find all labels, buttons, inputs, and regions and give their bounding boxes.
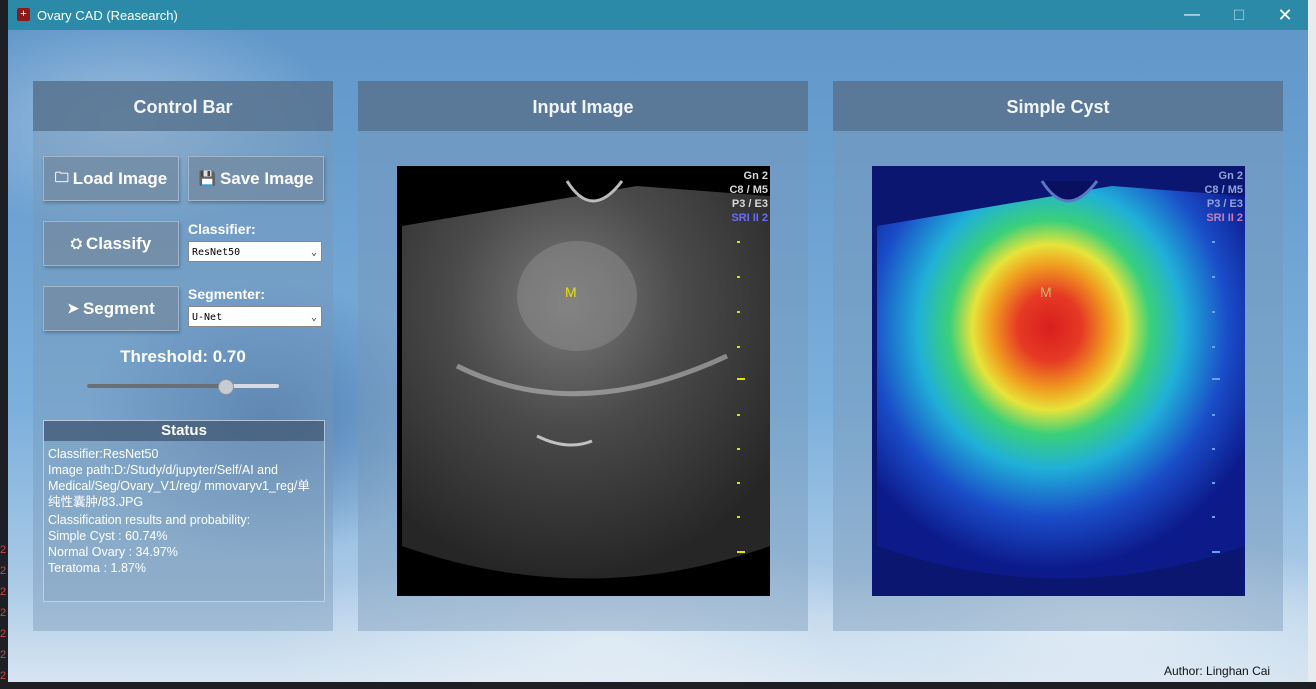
line-number: 2	[0, 544, 7, 556]
segment-button[interactable]: ➤ Segment	[43, 286, 179, 331]
load-image-button[interactable]: 🗀 Load Image	[43, 156, 179, 201]
classifier-label: Classifier:	[188, 221, 256, 237]
segmenter-select-value: U-Net	[192, 312, 223, 323]
taskbar-edge	[0, 682, 1316, 689]
close-button[interactable]: ✕	[1269, 4, 1301, 26]
ultrasound-fan: M	[402, 180, 770, 579]
overlay-gain: Gn 2	[743, 170, 768, 182]
lesion-marker: M	[1040, 284, 1052, 300]
status-line: Simple Cyst : 60.74%	[48, 529, 168, 543]
threshold-slider[interactable]	[87, 379, 279, 395]
status-line: Image path:D:/Study/d/jupyter/Self/AI an…	[48, 463, 310, 509]
control-bar-panel: Control Bar 🗀 Load Image 💾 Save Image ⛭ …	[33, 81, 333, 631]
chevron-down-icon: ⌄	[310, 247, 317, 258]
status-text: Classifier:ResNet50 Image path:D:/Study/…	[44, 441, 324, 581]
status-box: Status Classifier:ResNet50 Image path:D:…	[43, 420, 325, 602]
lesion-marker: M	[565, 284, 577, 300]
app-window: + Ovary CAD (Reasearch) — ☐ ✕ Control Ba…	[8, 0, 1308, 682]
segmenter-label: Segmenter:	[188, 286, 266, 302]
status-line: Normal Ovary : 34.97%	[48, 545, 178, 559]
load-image-label: Load Image	[72, 168, 168, 188]
threshold-slider-handle[interactable]	[218, 379, 235, 395]
save-image-label: Save Image	[219, 168, 314, 188]
input-image-header: Input Image	[358, 81, 808, 131]
segment-icon: ➤	[67, 300, 79, 316]
overlay-sri: SRI II 2	[1206, 212, 1243, 224]
heatmap-image: M Gn 2 C8 / M5 P3 / E3 SRI II 2	[872, 166, 1245, 596]
threshold-slider-fill	[87, 384, 226, 388]
control-bar-header: Control Bar	[33, 81, 333, 131]
background-terminal-edge: 2 2 2 2 2 2 2	[0, 0, 8, 689]
heatmap-overlay: M	[872, 166, 1245, 596]
line-number: 2	[0, 649, 7, 661]
classifier-select[interactable]: ResNet50 ⌄	[188, 241, 322, 262]
classify-icon: ⛭	[70, 235, 82, 251]
chevron-down-icon: ⌄	[310, 312, 317, 323]
author-credit: Author: Linghan Cai	[1164, 664, 1271, 678]
title-bar: + Ovary CAD (Reasearch) — ☐ ✕	[8, 0, 1308, 30]
minimize-button[interactable]: —	[1176, 4, 1208, 26]
overlay-gain: Gn 2	[1218, 170, 1243, 182]
classifier-select-value: ResNet50	[192, 247, 241, 258]
app-icon: +	[17, 8, 30, 21]
segment-label: Segment	[82, 298, 155, 318]
background-window-edge	[1308, 0, 1316, 689]
overlay-preset: P3 / E3	[1206, 198, 1243, 210]
line-number: 2	[0, 628, 7, 640]
maximize-button[interactable]: ☐	[1223, 4, 1255, 26]
simple-cyst-header: Simple Cyst	[833, 81, 1283, 131]
classify-button[interactable]: ⛭ Classify	[43, 221, 179, 266]
segmenter-select[interactable]: U-Net ⌄	[188, 306, 322, 327]
line-number: 2	[0, 607, 7, 619]
input-ultrasound-image: M Gn 2 C8 / M5 P3 / E3 SRI II 2	[397, 166, 770, 596]
line-number: 2	[0, 565, 7, 577]
overlay-preset: P3 / E3	[731, 198, 768, 210]
overlay-sri: SRI II 2	[731, 212, 768, 224]
overlay-probe: C8 / M5	[1204, 184, 1243, 196]
threshold-label: Threshold: 0.70	[120, 347, 246, 366]
line-number: 2	[0, 670, 7, 682]
save-image-button[interactable]: 💾 Save Image	[188, 156, 324, 201]
status-line: Teratoma : 1.87%	[48, 561, 146, 575]
window-title: Ovary CAD (Reasearch)	[37, 8, 178, 23]
status-line: Classifier:ResNet50	[48, 447, 159, 461]
status-title: Status	[44, 421, 324, 441]
input-image-panel: Input Image M Gn 2 C8 / M5 P3 / E3 SRI I…	[358, 81, 808, 631]
line-number: 2	[0, 586, 7, 598]
overlay-probe: C8 / M5	[729, 184, 768, 196]
status-line: Classification results and probability:	[48, 513, 251, 527]
folder-icon: 🗀	[54, 168, 69, 185]
classify-label: Classify	[86, 233, 152, 253]
simple-cyst-panel: Simple Cyst M Gn 2 C8 / M5 P3 / E3 SRI I…	[833, 81, 1283, 631]
save-icon: 💾	[198, 170, 216, 186]
